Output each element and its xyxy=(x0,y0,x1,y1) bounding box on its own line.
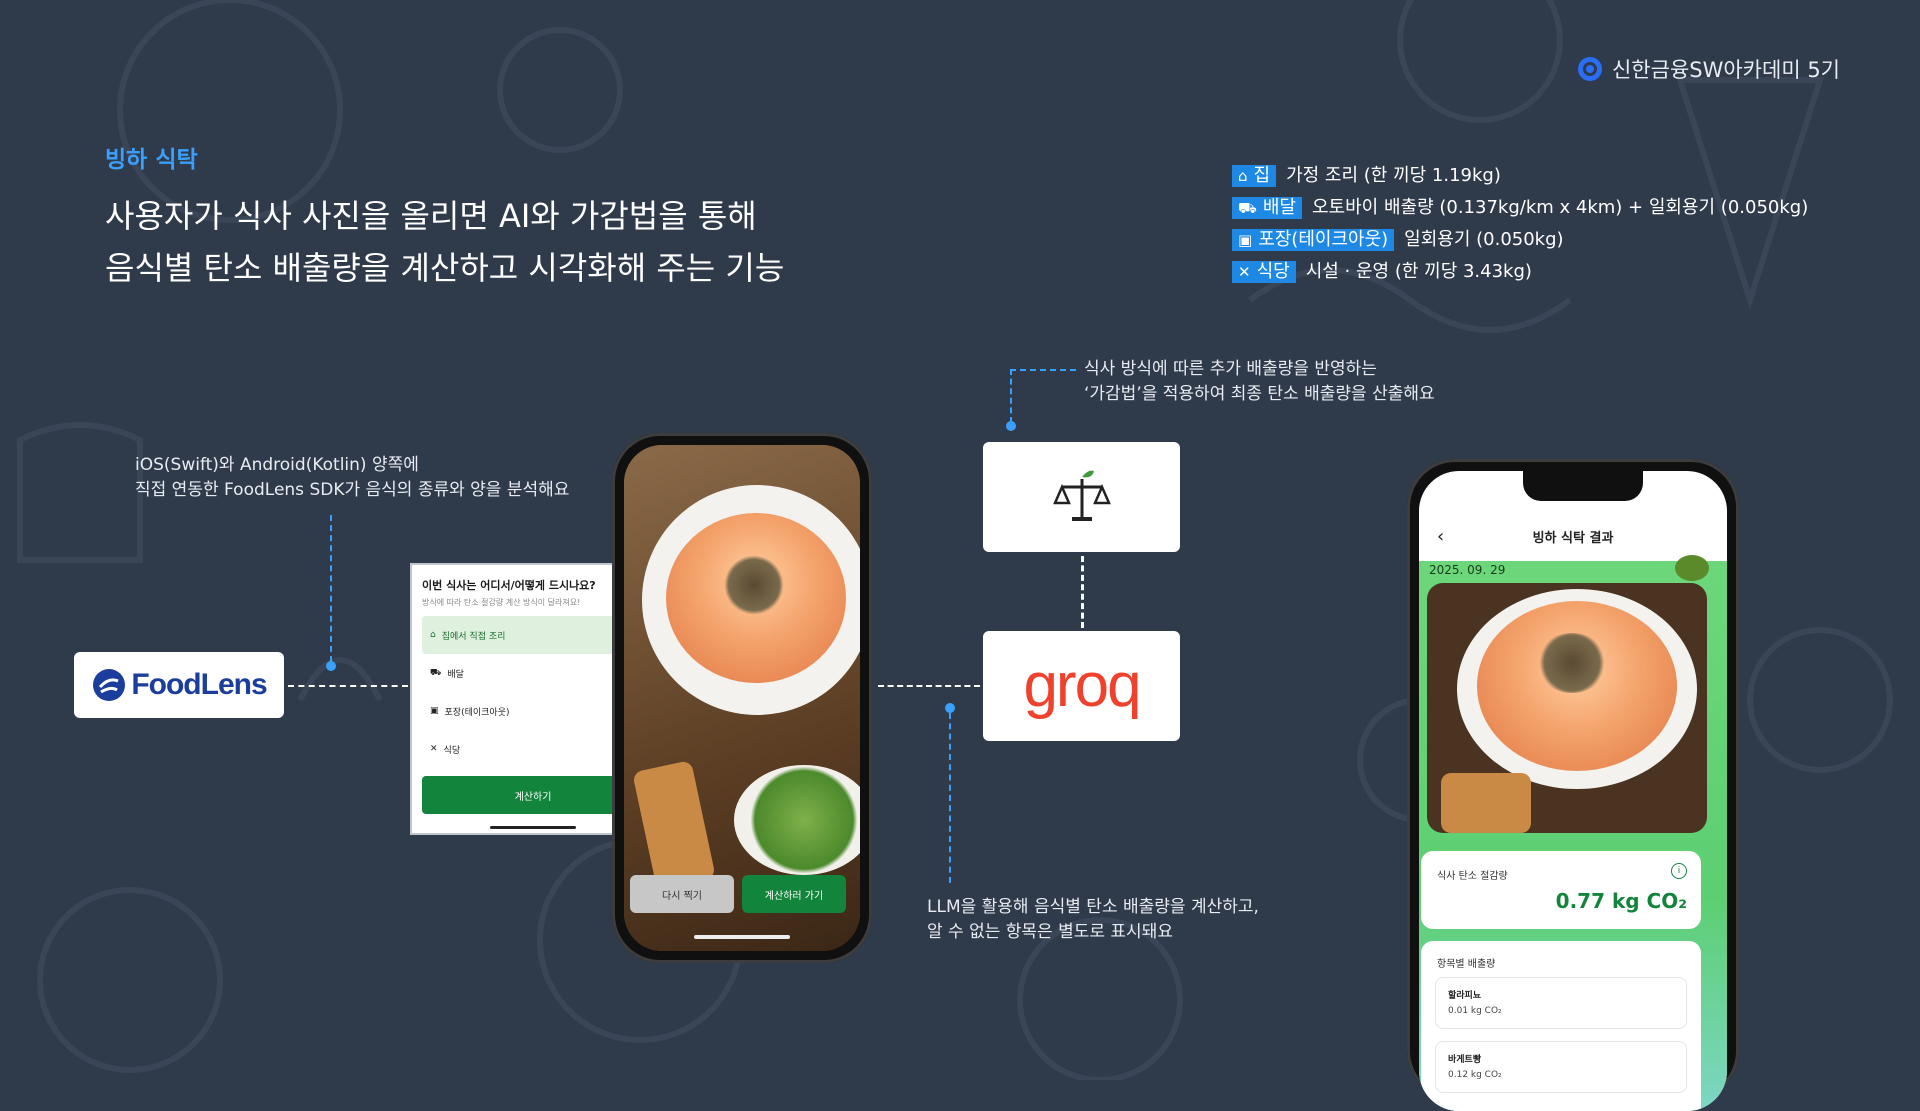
camera-preview: 다시 찍기 계산하러 가기 xyxy=(624,445,860,951)
sdk-note-line-2: 직접 연동한 FoodLens SDK가 음식의 종류와 양을 분석해요 xyxy=(135,480,570,500)
info-icon[interactable]: i xyxy=(1671,863,1687,879)
home-indicator xyxy=(490,826,576,829)
phone-notch xyxy=(1523,471,1643,501)
motorbike-icon: ⛟ xyxy=(430,667,442,678)
foodlens-wordmark: FoodLens xyxy=(131,668,267,701)
method-connector-h xyxy=(1010,369,1076,371)
legend-row-restaurant: ✕ 식당 시설 · 운영 (한 끼당 3.43kg) xyxy=(1232,256,1808,288)
saving-label: 식사 탄소 절감량 xyxy=(1437,871,1508,882)
list-item[interactable]: 바게트빵 0.12 kg CO₂ xyxy=(1435,1041,1687,1093)
item-name: 할라피뇨 xyxy=(1448,991,1482,1001)
result-food-photo xyxy=(1427,583,1707,833)
sdk-note-line-1: iOS(Swift)와 Android(Kotlin) 양쪽에 xyxy=(135,455,419,475)
breakdown-card: 항목별 배출량 할라피뇨 0.01 kg CO₂ 바게트빵 0.12 kg CO… xyxy=(1421,941,1701,1111)
scale-card xyxy=(983,442,1180,552)
modal-title: 이번 식사는 어디서/어떻게 드시나요? xyxy=(422,579,596,592)
legend-text-delivery: 오토바이 배출량 (0.137kg/km x 4km) + 일회용기 (0.05… xyxy=(1312,197,1809,218)
house-icon: ⌂ xyxy=(1238,167,1248,185)
legend-text-home: 가정 조리 (한 끼당 1.19kg) xyxy=(1286,165,1501,186)
section-title: 빙하 식탁 xyxy=(105,147,198,173)
legend-tag-home: ⌂ 집 xyxy=(1232,165,1277,187)
option-home-cooking[interactable]: ⌂ 집에서 직접 조리 xyxy=(422,616,644,654)
modal-subtitle: 방식에 따라 탄소 절감량 계산 방식이 달라져요! xyxy=(422,598,581,607)
page-headline: 사용자가 식사 사진을 올리면 AI와 가감법을 통해 음식별 탄소 배출량을 … xyxy=(105,190,784,294)
result-body: 2025. 09. 29 식사 탄소 절감량 i 0.77 kg CO₂ 항목별… xyxy=(1419,555,1727,1111)
mascot-icon xyxy=(1675,555,1709,581)
headline-line-1: 사용자가 식사 사진을 올리면 AI와 가감법을 통해 xyxy=(105,197,757,235)
legend-text-takeout: 일회용기 (0.050kg) xyxy=(1404,229,1564,250)
item-value: 0.12 kg CO₂ xyxy=(1448,1070,1502,1080)
bag-icon: ▣ xyxy=(430,706,439,716)
legend-row-takeout: ▣ 포장(테이크아웃) 일회용기 (0.050kg) xyxy=(1232,224,1808,256)
brand-logo-icon xyxy=(1577,57,1602,81)
foodlens-to-modal-line xyxy=(288,685,408,687)
headline-line-2: 음식별 탄소 배출량을 계산하고 시각화해 주는 기능 xyxy=(105,249,785,287)
sdk-note: iOS(Swift)와 Android(Kotlin) 양쪽에 직접 연동한 F… xyxy=(135,453,569,503)
camera-phone: 다시 찍기 계산하러 가기 xyxy=(612,433,872,963)
go-calculate-button[interactable]: 계산하러 가기 xyxy=(742,875,846,913)
foodlens-logo-card: FoodLens xyxy=(74,652,284,718)
item-name: 바게트빵 xyxy=(1448,1055,1482,1065)
llm-connector-line xyxy=(949,713,951,883)
result-screen: ‹ 빙하 식탁 결과 2025. 09. 29 식사 탄소 절감량 i 0.77… xyxy=(1419,471,1727,1111)
breakdown-title: 항목별 배출량 xyxy=(1437,959,1496,970)
option-takeout[interactable]: ▣ 포장(테이크아웃) xyxy=(422,692,644,730)
groq-wordmark: groq xyxy=(1023,651,1141,720)
legend-row-delivery: ⛟ 배달 오토바이 배출량 (0.137kg/km x 4km) + 일회용기 (… xyxy=(1232,192,1808,224)
llm-note-line-1: LLM을 활용해 음식별 탄소 배출량을 계산하고, xyxy=(927,897,1259,917)
foodlens-icon xyxy=(93,669,126,701)
method-connector-v xyxy=(1010,369,1012,423)
option-restaurant[interactable]: ✕ 식당 xyxy=(422,730,644,768)
bag-icon: ▣ xyxy=(1238,231,1253,249)
motorbike-icon: ⛟ xyxy=(1238,199,1257,217)
brand-label: 신한금융SW아카데미 5기 xyxy=(1611,58,1840,82)
list-item[interactable]: 할라피뇨 0.01 kg CO₂ xyxy=(1435,977,1687,1029)
carbon-saving-card: 식사 탄소 절감량 i 0.77 kg CO₂ xyxy=(1421,851,1701,929)
option-delivery[interactable]: ⛟ 배달 xyxy=(422,654,644,692)
llm-connector-dot xyxy=(945,703,955,713)
legend-text-restaurant: 시설 · 운영 (한 끼당 3.43kg) xyxy=(1305,261,1532,282)
sdk-connector-line xyxy=(330,515,332,662)
legend-tag-restaurant: ✕ 식당 xyxy=(1232,261,1296,283)
method-note-line-2: ‘가감법’을 적용하여 최종 탄소 배출량을 산출해요 xyxy=(1084,384,1435,404)
method-connector-dot xyxy=(1006,421,1016,431)
house-icon: ⌂ xyxy=(430,630,436,640)
result-date: 2025. 09. 29 xyxy=(1429,563,1506,577)
brand-header: 신한금융SW아카데미 5기 xyxy=(1577,54,1840,84)
sdk-connector-dot xyxy=(326,661,336,671)
legend-tag-takeout: ▣ 포장(테이크아웃) xyxy=(1232,229,1395,251)
legend-row-home: ⌂ 집 가정 조리 (한 끼당 1.19kg) xyxy=(1232,160,1808,192)
method-note-line-1: 식사 방식에 따른 추가 배출량을 반영하는 xyxy=(1084,359,1377,379)
item-value: 0.01 kg CO₂ xyxy=(1448,1006,1502,1016)
saving-value: 0.77 kg CO₂ xyxy=(1555,889,1687,913)
result-phone: ‹ 빙하 식탁 결과 2025. 09. 29 식사 탄소 절감량 i 0.77… xyxy=(1407,459,1739,1111)
home-indicator xyxy=(694,935,790,939)
chevron-left-icon[interactable]: ‹ xyxy=(1437,526,1444,547)
scale-leaf-icon xyxy=(1052,470,1111,521)
phone-to-groq-line xyxy=(878,685,980,687)
utensils-icon: ✕ xyxy=(430,744,438,754)
emission-legend: ⌂ 집 가정 조리 (한 끼당 1.19kg) ⛟ 배달 오토바이 배출량 (0.1… xyxy=(1232,160,1808,288)
calculate-button[interactable]: 계산하기 xyxy=(422,776,644,814)
method-note: 식사 방식에 따른 추가 배출량을 반영하는 ‘가감법’을 적용하여 최종 탄소… xyxy=(1084,357,1435,407)
legend-tag-delivery: ⛟ 배달 xyxy=(1232,197,1302,219)
llm-note: LLM을 활용해 음식별 탄소 배출량을 계산하고, 알 수 없는 항목은 별도… xyxy=(927,895,1259,945)
utensils-icon: ✕ xyxy=(1238,263,1251,281)
groq-logo-card: groq xyxy=(983,631,1180,741)
retake-button[interactable]: 다시 찍기 xyxy=(630,875,734,913)
llm-note-line-2: 알 수 없는 항목은 별도로 표시돼요 xyxy=(927,922,1173,942)
scale-to-groq-line xyxy=(1081,556,1084,628)
result-title: 빙하 식탁 결과 xyxy=(1532,530,1614,546)
